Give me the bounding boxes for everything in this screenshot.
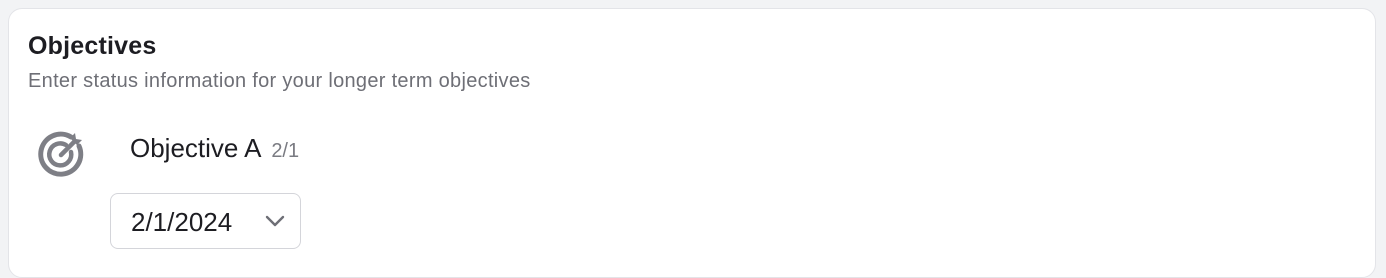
date-value: 2/1/2024 [131,207,233,237]
objective-title: Objective A [130,133,261,163]
objectives-card: Objectives Enter status information for … [8,8,1376,278]
section-subtitle: Enter status information for your longer… [28,70,531,92]
chevron-down-icon [264,213,286,229]
target-icon [37,129,87,179]
section-title: Objectives [28,32,157,60]
objective-name: Objective A 2/1 [130,133,299,164]
objective-count: 2/1 [271,140,300,162]
date-select[interactable]: 2/1/2024 [110,193,301,249]
